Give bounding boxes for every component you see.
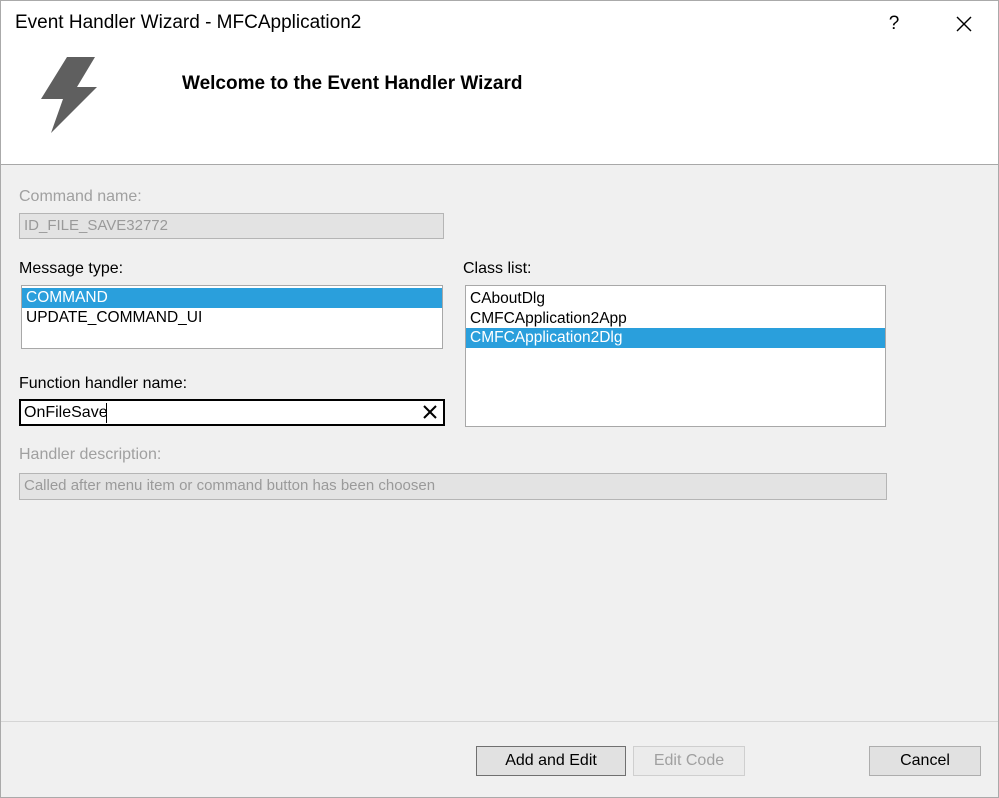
class-list[interactable]: CAboutDlg CMFCApplication2App CMFCApplic… — [465, 285, 886, 427]
handler-description-field: Called after menu item or command button… — [19, 473, 887, 500]
class-list-item-cmfcapplication2app[interactable]: CMFCApplication2App — [466, 309, 885, 329]
dialog-window: Event Handler Wizard - MFCApplication2 ?… — [0, 0, 999, 798]
function-handler-label: Function handler name: — [19, 375, 188, 392]
wizard-header: Welcome to the Event Handler Wizard — [1, 47, 998, 165]
command-name-field: ID_FILE_SAVE32772 — [19, 213, 444, 239]
window-title: Event Handler Wizard - MFCApplication2 — [15, 12, 362, 33]
function-handler-input[interactable]: OnFileSave — [19, 399, 445, 426]
message-type-list[interactable]: COMMAND UPDATE_COMMAND_UI — [21, 285, 443, 349]
wizard-heading: Welcome to the Event Handler Wizard — [182, 73, 523, 94]
lightning-bolt-icon — [41, 57, 97, 133]
function-handler-value: OnFileSave — [24, 404, 108, 421]
message-type-item-update-command-ui[interactable]: UPDATE_COMMAND_UI — [22, 308, 442, 328]
title-bar: Event Handler Wizard - MFCApplication2 ? — [1, 1, 998, 47]
clear-icon[interactable] — [422, 404, 438, 420]
add-and-edit-button[interactable]: Add and Edit — [476, 746, 626, 776]
handler-description-label: Handler description: — [19, 446, 162, 463]
help-button[interactable]: ? — [879, 7, 909, 41]
cancel-button[interactable]: Cancel — [869, 746, 981, 776]
close-icon — [956, 16, 972, 32]
command-name-label: Command name: — [19, 188, 142, 205]
class-list-item-cmfcapplication2dlg[interactable]: CMFCApplication2Dlg — [466, 328, 885, 348]
text-caret — [106, 403, 107, 423]
message-type-label: Message type: — [19, 260, 124, 277]
edit-code-button: Edit Code — [633, 746, 745, 776]
message-type-item-command[interactable]: COMMAND — [22, 288, 442, 308]
footer-divider — [1, 721, 998, 722]
close-button[interactable] — [945, 7, 983, 41]
class-list-item-caboutdlg[interactable]: CAboutDlg — [466, 289, 885, 309]
class-list-label: Class list: — [463, 260, 532, 277]
